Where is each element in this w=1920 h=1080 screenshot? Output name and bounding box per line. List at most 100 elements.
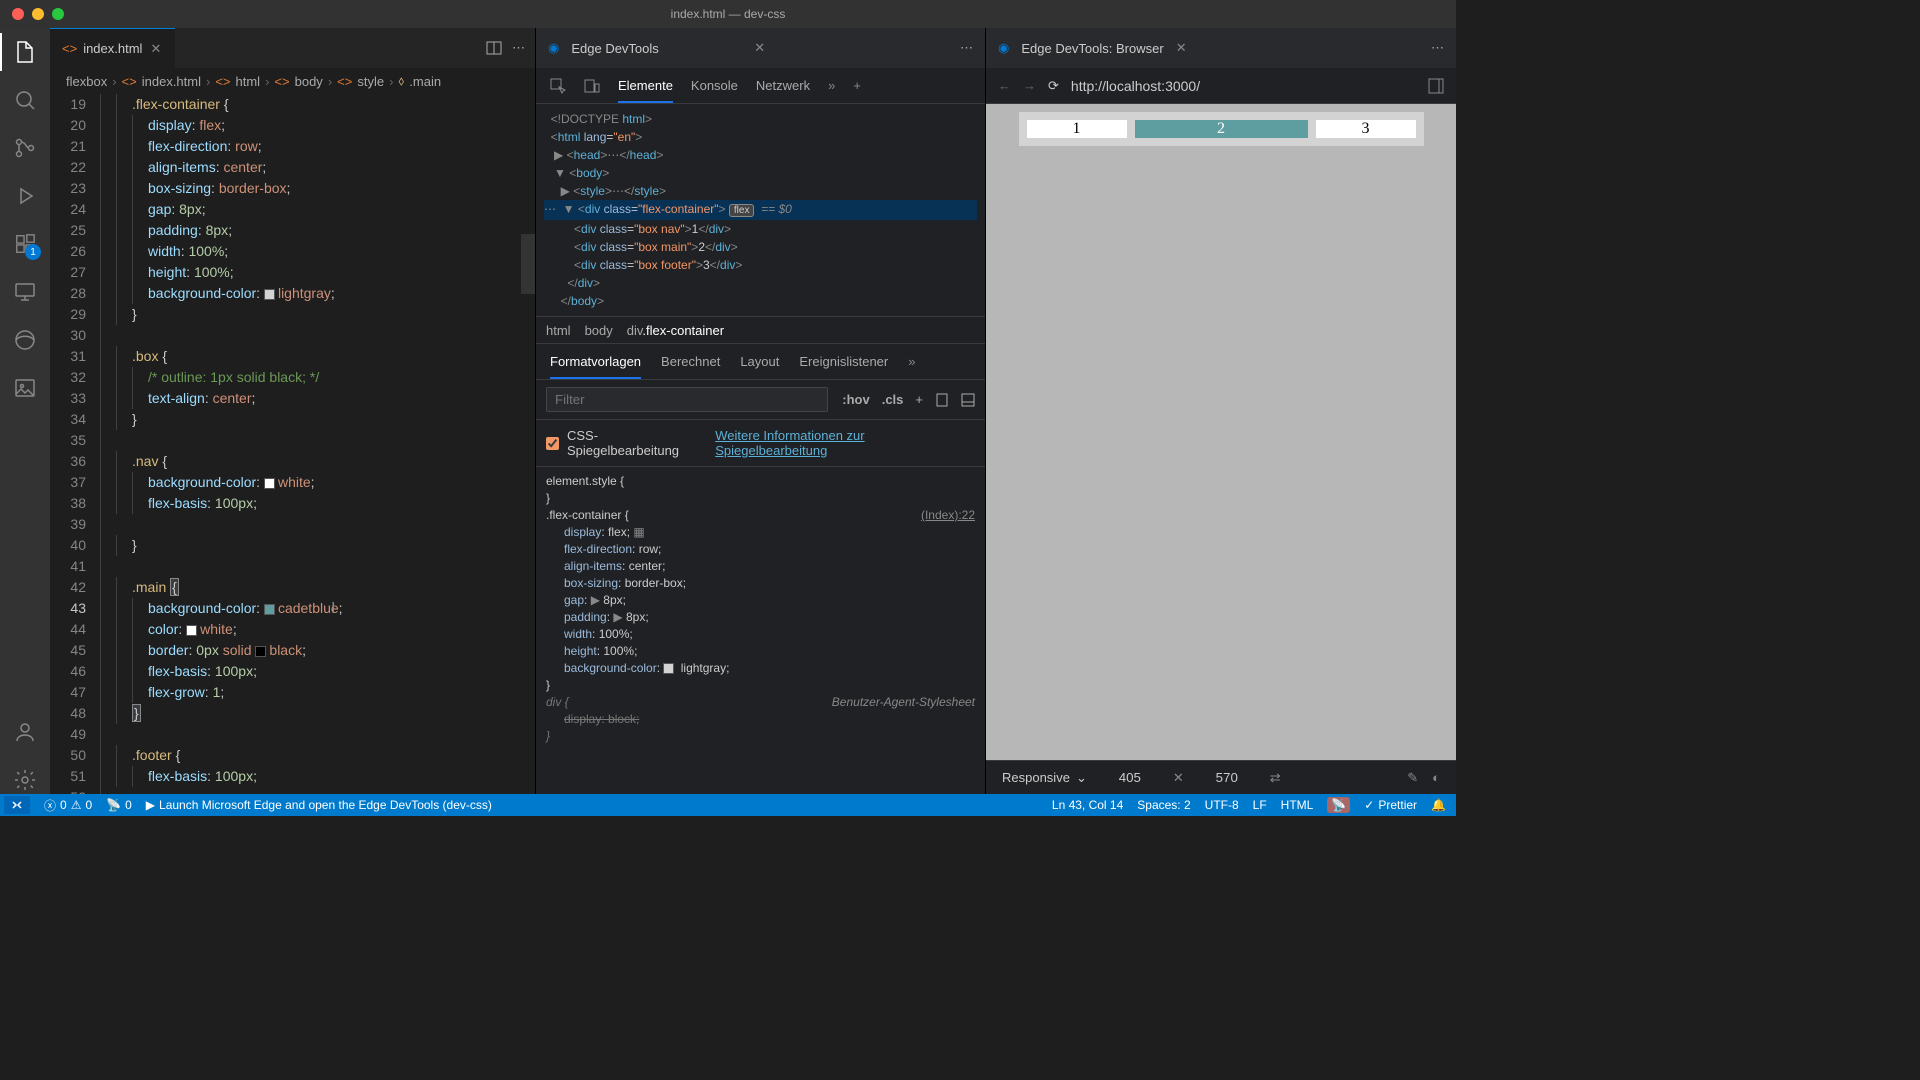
- minimap[interactable]: [521, 94, 535, 794]
- device-select[interactable]: Responsive ⌄: [1002, 770, 1087, 786]
- devtools-panel: ◉ Edge DevTools ✕ ⋯ Elemente Konsole Net…: [535, 28, 985, 794]
- elements-tree[interactable]: <!DOCTYPE html> <html lang="en"> ▶ <head…: [536, 104, 985, 316]
- mirror-label: CSS-Spiegelbearbeitung: [567, 428, 707, 458]
- device-toggle-icon[interactable]: [584, 78, 600, 94]
- panel-toggle-icon[interactable]: [961, 393, 975, 407]
- close-tab-icon[interactable]: ✕: [148, 39, 163, 59]
- remote-indicator[interactable]: [4, 796, 30, 814]
- tab-computed[interactable]: Berechnet: [661, 354, 720, 369]
- port-indicator[interactable]: 📡 0: [106, 798, 132, 812]
- tab-network[interactable]: Netzwerk: [756, 78, 810, 93]
- language-mode[interactable]: HTML: [1281, 798, 1314, 812]
- inspect-icon[interactable]: [550, 78, 566, 94]
- new-rule-icon[interactable]: +: [915, 392, 923, 407]
- browser-toolbar: ← → ⟳ http://localhost:3000/: [986, 68, 1456, 104]
- line-gutter: 1920212223242526272829303132333435363738…: [50, 94, 100, 794]
- more-actions-icon[interactable]: ⋯: [960, 40, 973, 56]
- edge-icon: ◉: [998, 40, 1009, 56]
- preview-box-main: 2: [1135, 120, 1308, 138]
- add-tab-icon[interactable]: +: [853, 78, 861, 93]
- more-tabs-icon[interactable]: »: [908, 354, 915, 369]
- hov-toggle[interactable]: :hov: [842, 392, 869, 407]
- rotate-icon[interactable]: ⇄: [1270, 770, 1281, 786]
- css-mirror-row: CSS-Spiegelbearbeitung Weitere Informati…: [536, 420, 985, 467]
- prettier-status[interactable]: ✓ Prettier: [1364, 798, 1417, 812]
- browser-tab-title: Edge DevTools: Browser: [1021, 41, 1163, 56]
- height-input[interactable]: [1202, 770, 1252, 785]
- url-bar[interactable]: http://localhost:3000/: [1071, 78, 1416, 94]
- traffic-lights: [0, 8, 64, 20]
- browser-viewport[interactable]: 1 2 3: [986, 104, 1456, 760]
- launch-hint[interactable]: ▶ Launch Microsoft Edge and open the Edg…: [146, 798, 492, 812]
- eol[interactable]: LF: [1253, 798, 1267, 812]
- status-bar: ⓧ 0 ⚠ 0 📡 0 ▶ Launch Microsoft Edge and …: [0, 794, 1456, 816]
- cursor-position[interactable]: Ln 43, Col 14: [1052, 798, 1123, 812]
- preview-box-footer: 3: [1316, 120, 1416, 138]
- device-toolbar: Responsive ⌄ ✕ ⇄ ✎ ◐: [986, 760, 1456, 794]
- styles-rules[interactable]: element.style { } .flex-container { (Ind…: [536, 467, 985, 794]
- back-icon[interactable]: ←: [998, 78, 1011, 93]
- mirror-info-link[interactable]: Weitere Informationen zur Spiegelbearbei…: [715, 428, 975, 458]
- activity-bar: 1: [0, 28, 50, 794]
- window-title: index.html — dev-css: [671, 7, 786, 21]
- close-icon[interactable]: ✕: [754, 40, 765, 56]
- encoding[interactable]: UTF-8: [1205, 798, 1239, 812]
- notifications-icon[interactable]: 🔔: [1431, 798, 1446, 812]
- html-file-icon: <>: [62, 41, 77, 56]
- editor-group: <> index.html ✕ ⋯ flexbox› <>index.html›…: [50, 28, 535, 794]
- tab-elements[interactable]: Elemente: [618, 78, 673, 103]
- image-icon[interactable]: [11, 374, 39, 402]
- forward-icon[interactable]: →: [1023, 78, 1036, 93]
- account-icon[interactable]: [11, 718, 39, 746]
- more-actions-icon[interactable]: ⋯: [1431, 40, 1444, 56]
- code-content[interactable]: .flex-container { display: flex; flex-di…: [100, 94, 535, 794]
- dom-breadcrumb[interactable]: html body divdiv.flex-container.flex-con…: [536, 316, 985, 344]
- edge-icon[interactable]: [11, 326, 39, 354]
- breadcrumb[interactable]: flexbox› <>index.html› <>html› <>body› <…: [50, 68, 535, 94]
- device-icon[interactable]: [935, 393, 949, 407]
- preview-box-nav: 1: [1027, 120, 1127, 138]
- tab-styles[interactable]: Formatvorlagen: [550, 354, 641, 379]
- tab-listeners[interactable]: Ereignislistener: [799, 354, 888, 369]
- go-live-icon[interactable]: 📡: [1327, 797, 1350, 813]
- cls-toggle[interactable]: .cls: [882, 392, 904, 407]
- chevron-down-icon: ⌄: [1076, 770, 1087, 786]
- styles-filter-input[interactable]: [546, 387, 828, 412]
- split-editor-icon[interactable]: [486, 40, 502, 56]
- panel-toggle-icon[interactable]: [1428, 78, 1444, 94]
- close-window-button[interactable]: [12, 8, 24, 20]
- source-link[interactable]: (Index):22: [921, 507, 975, 524]
- reload-icon[interactable]: ⟳: [1048, 78, 1059, 94]
- emulation-icon[interactable]: ◐: [1432, 770, 1440, 786]
- styles-filter-row: :hov .cls +: [536, 380, 985, 420]
- remote-explorer-icon[interactable]: [11, 278, 39, 306]
- errors-count[interactable]: ⓧ 0 ⚠ 0: [44, 797, 92, 814]
- editor-tab[interactable]: <> index.html ✕: [50, 28, 175, 68]
- browser-tab-bar: ◉ Edge DevTools: Browser ✕ ⋯: [986, 28, 1456, 68]
- window-titlebar: index.html — dev-css: [0, 0, 1456, 28]
- settings-gear-icon[interactable]: [11, 766, 39, 794]
- more-tabs-icon[interactable]: »: [828, 78, 835, 93]
- width-input[interactable]: [1105, 770, 1155, 785]
- screenshot-icon[interactable]: ✎: [1407, 770, 1418, 786]
- tab-console[interactable]: Konsole: [691, 78, 738, 93]
- explorer-icon[interactable]: [11, 38, 39, 66]
- devtools-tab-bar: ◉ Edge DevTools ✕ ⋯: [536, 28, 985, 68]
- run-debug-icon[interactable]: [11, 182, 39, 210]
- close-icon[interactable]: ✕: [1176, 40, 1187, 56]
- source-control-icon[interactable]: [11, 134, 39, 162]
- edge-icon: ◉: [548, 40, 559, 56]
- devtools-tab-title: Edge DevTools: [571, 41, 742, 56]
- zoom-window-button[interactable]: [52, 8, 64, 20]
- text-cursor-icon: I: [331, 598, 335, 619]
- minimize-window-button[interactable]: [32, 8, 44, 20]
- search-icon[interactable]: [11, 86, 39, 114]
- tab-layout[interactable]: Layout: [740, 354, 779, 369]
- dimension-x-icon: ✕: [1173, 770, 1184, 786]
- indentation[interactable]: Spaces: 2: [1137, 798, 1190, 812]
- more-actions-icon[interactable]: ⋯: [512, 40, 525, 56]
- mirror-checkbox[interactable]: [546, 437, 559, 450]
- flex-container-preview: 1 2 3: [1019, 112, 1424, 146]
- code-editor[interactable]: 1920212223242526272829303132333435363738…: [50, 94, 535, 794]
- extensions-icon[interactable]: 1: [11, 230, 39, 258]
